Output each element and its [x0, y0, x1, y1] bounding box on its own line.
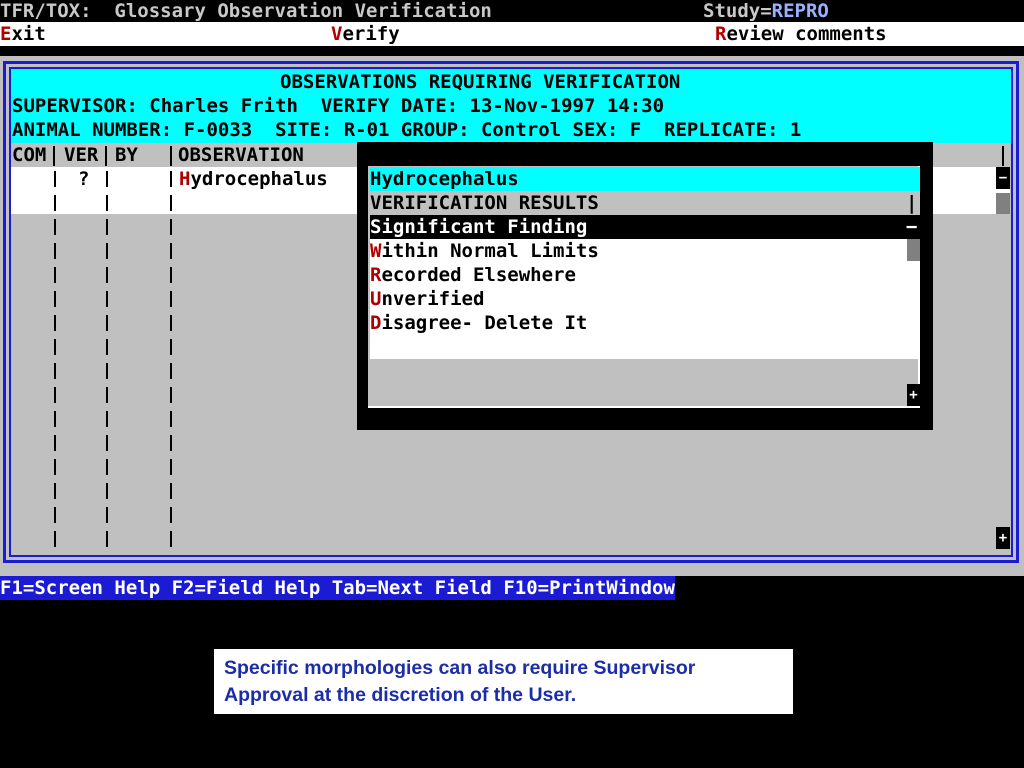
col-observation: OBSERVATION	[178, 144, 304, 166]
option-within-normal-limits[interactable]: Within Normal Limits	[370, 239, 599, 263]
exit-hotkey: E	[0, 23, 12, 45]
option-label: isagree- Delete It	[381, 312, 588, 334]
menu-item-verify[interactable]: Verify	[331, 22, 400, 46]
col-separator	[170, 171, 172, 551]
col-ver: VER	[64, 144, 99, 166]
option-label: ecorded Elsewhere	[381, 264, 576, 286]
scroll-thumb[interactable]	[996, 193, 1010, 214]
study-indicator: Study=REPRO	[703, 0, 829, 23]
option-recorded-elsewhere[interactable]: Recorded Elsewhere	[370, 263, 576, 287]
option-label: nverified	[381, 288, 485, 310]
col-com: COM	[12, 144, 47, 166]
col-separator	[1002, 146, 1004, 166]
popup-selected-value[interactable]: Hydrocephalus	[370, 167, 920, 191]
popup-scrollbar[interactable]	[907, 239, 920, 359]
observation-hotkey: H	[179, 168, 191, 190]
menu-item-review-comments[interactable]: Review comments	[715, 22, 887, 46]
option-significant-finding[interactable]: Significant Finding −	[370, 215, 920, 239]
option-label: Significant Finding	[370, 216, 588, 238]
option-hotkey: W	[370, 240, 382, 262]
col-separator	[53, 146, 55, 166]
verify-hotkey: V	[331, 23, 343, 45]
popup-scroll-thumb[interactable]	[907, 239, 920, 261]
selected-observation: Hydrocephalus	[370, 168, 519, 190]
observation-text: ydrocephalus	[190, 168, 328, 190]
option-unverified[interactable]: Unverified	[370, 287, 484, 311]
option-list: Within Normal Limits Recorded Elsewhere …	[370, 239, 907, 359]
verify-label: erify	[342, 23, 400, 45]
table-scrollbar[interactable]: −	[996, 167, 1010, 214]
col-separator	[170, 146, 172, 166]
popup-heading-bar: |	[906, 192, 918, 214]
option-label: ithin Normal Limits	[381, 240, 599, 262]
scroll-down-plus[interactable]: +	[996, 527, 1010, 549]
option-hotkey: D	[370, 312, 382, 334]
title-bar: TFR/TOX: Glossary Observation Verificati…	[0, 0, 1024, 22]
popup-heading-text: VERIFICATION RESULTS	[370, 192, 599, 214]
animal-line: ANIMAL NUMBER: F-0033 SITE: R-01 GROUP: …	[12, 119, 802, 141]
supervisor-line: SUPERVISOR: Charles Frith VERIFY DATE: 1…	[12, 95, 665, 117]
popup-heading: VERIFICATION RESULTS |	[370, 191, 920, 215]
observation-cell[interactable]: Hydrocephalus	[179, 167, 328, 191]
col-separator	[105, 146, 107, 166]
review-hotkey: R	[715, 23, 727, 45]
ver-cell[interactable]: ?	[78, 167, 89, 191]
function-key-help: F1=Screen Help F2=Field Help Tab=Next Fi…	[0, 576, 675, 600]
menu-bar: Exit Verify Review comments	[0, 22, 1024, 46]
option-hotkey: R	[370, 264, 382, 286]
popup-scroll-minus[interactable]: −	[906, 215, 917, 239]
popup-scroll-plus[interactable]: +	[907, 384, 920, 406]
study-label: Study=	[703, 0, 772, 22]
page-title: OBSERVATIONS REQUIRING VERIFICATION	[280, 71, 681, 93]
col-by: BY	[115, 144, 138, 166]
caption-box: Specific morphologies can also require S…	[214, 649, 793, 714]
review-label: eview comments	[726, 23, 887, 45]
menu-item-exit[interactable]: Exit	[0, 22, 46, 46]
option-hotkey: U	[370, 288, 382, 310]
scroll-up-minus[interactable]: −	[996, 167, 1010, 189]
divider	[0, 46, 1024, 56]
app-title: TFR/TOX: Glossary Observation Verificati…	[0, 0, 492, 22]
function-key-bar: F1=Screen Help F2=Field Help Tab=Next Fi…	[0, 576, 1024, 600]
col-separator	[106, 171, 108, 551]
col-separator	[54, 171, 56, 551]
observation-header: OBSERVATIONS REQUIRING VERIFICATION SUPE…	[11, 69, 1011, 143]
study-value: REPRO	[771, 0, 829, 22]
option-disagree-delete[interactable]: Disagree- Delete It	[370, 311, 587, 335]
exit-label: xit	[11, 23, 46, 45]
